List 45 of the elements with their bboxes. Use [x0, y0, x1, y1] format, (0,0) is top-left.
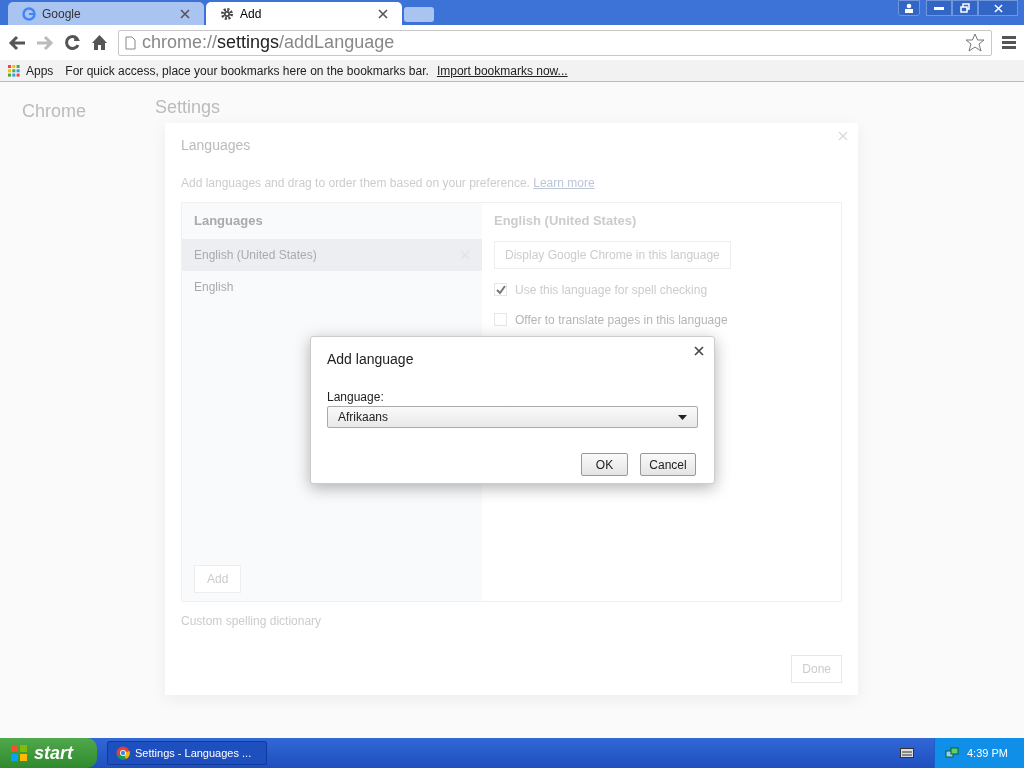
start-button[interactable]: start	[0, 738, 97, 768]
dialog-title: Add language	[327, 350, 415, 369]
tab-title: Add	[240, 5, 263, 23]
back-icon[interactable]	[8, 34, 26, 51]
reload-icon[interactable]	[64, 34, 81, 51]
network-icon[interactable]	[945, 746, 959, 760]
apps-link[interactable]: Apps	[26, 61, 54, 80]
import-bookmarks-link[interactable]: Import bookmarks now...	[436, 61, 568, 80]
address-bar[interactable]: chrome://settings/addLanguage	[118, 29, 992, 56]
browser-tab[interactable]: Google	[8, 2, 204, 25]
bookmarks-hint: For quick access, place your bookmarks here on the bookmarks bar.	[65, 62, 429, 80]
settings-icon	[220, 6, 234, 21]
windows-logo-icon	[10, 744, 28, 762]
minimize-button[interactable]	[926, 0, 952, 16]
star-icon[interactable]	[965, 33, 985, 52]
home-icon[interactable]	[91, 34, 108, 51]
close-window-button[interactable]	[978, 0, 1018, 16]
profile-icon[interactable]	[898, 0, 920, 16]
page-title: Settings	[155, 96, 221, 118]
checkbox[interactable]	[494, 283, 507, 296]
ok-button[interactable]: OK	[581, 453, 628, 476]
field-label: Language:	[327, 389, 385, 406]
close-icon[interactable]	[378, 8, 388, 19]
apps-grid-icon[interactable]	[8, 64, 20, 77]
language-select[interactable]: Afrikaans	[327, 406, 698, 428]
page-icon	[125, 35, 136, 50]
browser-icon	[116, 746, 130, 760]
close-icon[interactable]	[694, 346, 704, 356]
checkbox-label: Offer to translate pages in this language	[515, 311, 728, 329]
cancel-button[interactable]: Cancel	[640, 453, 696, 476]
menu-icon[interactable]	[1002, 36, 1016, 49]
restore-button[interactable]	[952, 0, 978, 16]
taskbar-item[interactable]: Settings - Languages ...	[107, 741, 267, 765]
url-text: chrome://settings/addLanguage	[142, 31, 396, 54]
dropdown-arrow-icon	[678, 414, 687, 420]
g-logo-icon	[22, 6, 36, 21]
keyboard-icon[interactable]	[900, 748, 914, 758]
restore-icon	[959, 3, 971, 13]
list-header: Languages	[193, 212, 264, 230]
sidebar-title: Chrome	[22, 100, 87, 123]
dialog-title: Languages	[181, 136, 252, 155]
clock: 4:39 PM	[967, 745, 1008, 761]
tab-title: Google	[42, 5, 82, 23]
browser-tab[interactable]: Add	[206, 2, 402, 25]
close-icon[interactable]	[180, 8, 190, 19]
